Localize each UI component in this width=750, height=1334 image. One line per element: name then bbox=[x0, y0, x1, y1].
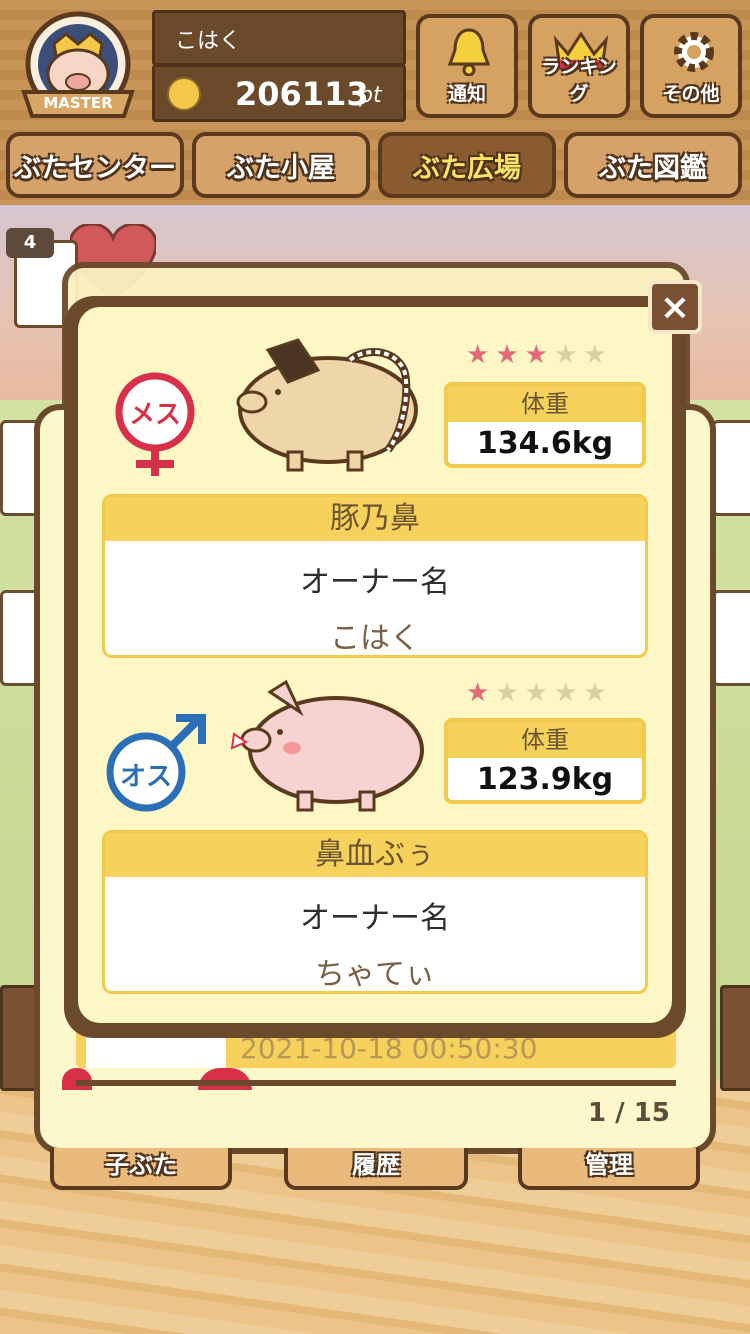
pig-name: 豚乃鼻 bbox=[105, 497, 645, 541]
fence-post-right bbox=[720, 985, 750, 1091]
tab-buta-zukan[interactable]: ぶた図鑑 bbox=[564, 132, 742, 198]
pig-info-card-female: 豚乃鼻 オーナー名 こはく bbox=[102, 494, 648, 658]
user-name: こはく bbox=[175, 29, 242, 54]
star-icon: ★ bbox=[495, 340, 525, 370]
notification-button[interactable]: 通知 bbox=[416, 14, 518, 118]
badge-label: MASTER bbox=[43, 94, 113, 112]
star-icon: ★ bbox=[553, 678, 584, 708]
weight-box-male: 体重 123.9kg bbox=[444, 718, 646, 804]
tab-buta-koya[interactable]: ぶた小屋 bbox=[192, 132, 370, 198]
history-button[interactable]: 履歴 bbox=[284, 1148, 468, 1190]
owner-name: ちゃてぃ bbox=[315, 957, 435, 992]
ranking-button-label: ランキング bbox=[541, 56, 617, 105]
notification-button-label: 通知 bbox=[447, 83, 486, 105]
points-value: 206113 bbox=[235, 75, 369, 113]
pig-name: 鼻血ぶぅ bbox=[105, 833, 645, 877]
ranking-button[interactable]: ランキング bbox=[528, 14, 630, 118]
close-button[interactable]: × bbox=[648, 280, 702, 334]
settings-button-label: その他 bbox=[662, 83, 720, 105]
rating-stars-male: ★★★★★ bbox=[466, 678, 613, 708]
female-icon-partial bbox=[62, 1068, 92, 1090]
tab-buta-hiroba[interactable]: ぶた広場 bbox=[378, 132, 556, 198]
weight-value: 134.6kg bbox=[476, 426, 614, 461]
piglet-button[interactable]: 子ぶた bbox=[50, 1148, 232, 1190]
owner-label: オーナー名 bbox=[300, 901, 450, 936]
weight-label: 体重 bbox=[448, 386, 642, 422]
star-icon: ★ bbox=[495, 678, 525, 708]
pig-image-female bbox=[228, 330, 428, 474]
pig-info-card-male: 鼻血ぶぅ オーナー名 ちゃてぃ bbox=[102, 830, 648, 994]
owner-name: こはく bbox=[330, 621, 420, 656]
star-icon: ★ bbox=[524, 340, 554, 370]
male-icon: オス bbox=[104, 710, 208, 814]
weight-label: 体重 bbox=[448, 722, 642, 758]
star-icon: ★ bbox=[524, 678, 554, 708]
female-label: メス bbox=[128, 400, 181, 430]
points-box: 206113 pt bbox=[152, 64, 406, 122]
star-icon: ★ bbox=[583, 678, 613, 708]
star-icon: ★ bbox=[583, 340, 613, 370]
star-icon: ★ bbox=[466, 340, 496, 370]
pig-image-male bbox=[220, 676, 430, 816]
user-name-box: こはく bbox=[152, 10, 406, 66]
star-icon: ★ bbox=[466, 678, 496, 708]
list-divider bbox=[76, 1080, 676, 1086]
female-icon: メス bbox=[110, 372, 200, 482]
fence-right-top bbox=[712, 420, 750, 516]
weight-value: 123.9kg bbox=[476, 762, 614, 797]
fence-right-mid bbox=[712, 590, 750, 686]
bell-icon bbox=[446, 28, 492, 77]
weight-box-female: 体重 134.6kg bbox=[444, 382, 646, 468]
master-badge[interactable]: MASTER bbox=[14, 8, 142, 124]
rating-stars-female: ★★★★★ bbox=[466, 340, 613, 370]
tab-buta-center[interactable]: ぶたセンター bbox=[6, 132, 184, 198]
coin-icon bbox=[167, 77, 201, 111]
page-indicator: 1 / 15 bbox=[588, 1098, 670, 1128]
manage-button[interactable]: 管理 bbox=[518, 1148, 700, 1190]
male-label: オス bbox=[119, 762, 172, 792]
gear-icon bbox=[670, 28, 718, 76]
star-icon: ★ bbox=[553, 340, 584, 370]
points-unit: pt bbox=[359, 83, 382, 108]
notification-count-badge: 4 bbox=[6, 228, 54, 258]
owner-label: オーナー名 bbox=[300, 565, 450, 600]
settings-button[interactable]: その他 bbox=[640, 14, 742, 118]
